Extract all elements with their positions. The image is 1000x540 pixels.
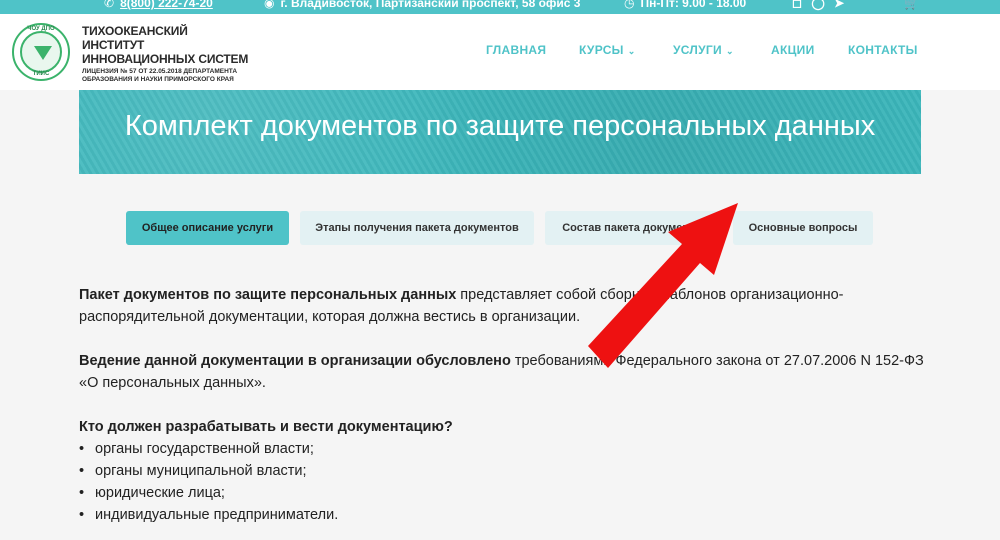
list-item: органы государственной власти; [79,438,929,460]
social-icons: ◻ ◯ ➤ [792,0,844,10]
nav-item-contacts[interactable]: КОНТАКТЫ [848,43,918,57]
emblem-bottom-text: ТИИС [32,71,50,77]
cart-icon[interactable]: 🛒 [904,0,919,10]
nav-item-promotions[interactable]: АКЦИИ [771,43,815,57]
phone-icon: ✆ [104,0,115,10]
working-hours: ◷ Пн-Пт: 9.00 - 18.00 [624,0,746,10]
page-banner: Комплект документов по защите персональн… [79,90,921,174]
logo-emblem[interactable]: ЧОУ ДПО ТИИС [12,23,70,81]
chevron-down-icon: ⌄ [627,46,636,56]
paragraph-intro: Пакет документов по защите персональных … [79,287,844,325]
list-item: юридические лица; [79,482,929,504]
list-item: индивидуальные предприниматели. [79,504,929,526]
phone-link[interactable]: ✆ 8(800) 222-74-20 [104,0,213,10]
entities-list: органы государственной власти; органы му… [79,438,929,526]
clock-icon: ◷ [624,0,635,10]
instagram-icon[interactable]: ◻ [792,0,802,10]
nav-item-services[interactable]: УСЛУГИ ⌄ [673,43,734,57]
question-heading: Кто должен разрабатывать и вести докумен… [79,419,453,435]
emblem-shape-icon [34,46,52,60]
emblem-inner [20,31,62,73]
list-item: органы муниципальной власти; [79,460,929,482]
top-bar: ✆ 8(800) 222-74-20 ◉ г. Владивосток, Парти… [0,0,1000,14]
logo-text[interactable]: ТИХООКЕАНСКИЙ ИНСТИТУТ ИННОВАЦИОННЫХ СИС… [82,24,252,84]
page-title: Комплект документов по защите персональн… [124,110,876,142]
tab-faq[interactable]: Основные вопросы [733,211,873,245]
logo-license: ЛИЦЕНЗИЯ № 57 ОТ 22.05.2018 ДЕПАРТАМЕНТА… [82,68,238,83]
tab-package-contents[interactable]: Состав пакета документов [545,211,725,245]
paragraph-law: Ведение данной документации в организаци… [79,353,924,391]
whatsapp-icon[interactable]: ◯ [811,0,824,10]
tab-stages[interactable]: Этапы получения пакета документов [300,211,534,245]
telegram-icon[interactable]: ➤ [834,0,844,10]
tab-overview[interactable]: Общее описание услуги [126,211,289,245]
main-content: Пакет документов по защите персональных … [79,284,929,526]
chevron-down-icon: ⌄ [725,46,734,56]
address-text: ◉ г. Владивосток, Партизанский проспект, … [264,0,580,10]
logo-line-1: ТИХООКЕАНСКИЙ ИНСТИТУТ [82,24,188,52]
logo-line-2: ИННОВАЦИОННЫХ СИСТЕМ [82,52,249,66]
location-icon: ◉ [264,0,275,10]
nav-item-courses[interactable]: КУРСЫ ⌄ [579,43,636,57]
nav-item-home[interactable]: ГЛАВНАЯ [486,43,546,57]
site-header: ЧОУ ДПО ТИИС ТИХООКЕАНСКИЙ ИНСТИТУТ ИННО… [0,14,1000,90]
